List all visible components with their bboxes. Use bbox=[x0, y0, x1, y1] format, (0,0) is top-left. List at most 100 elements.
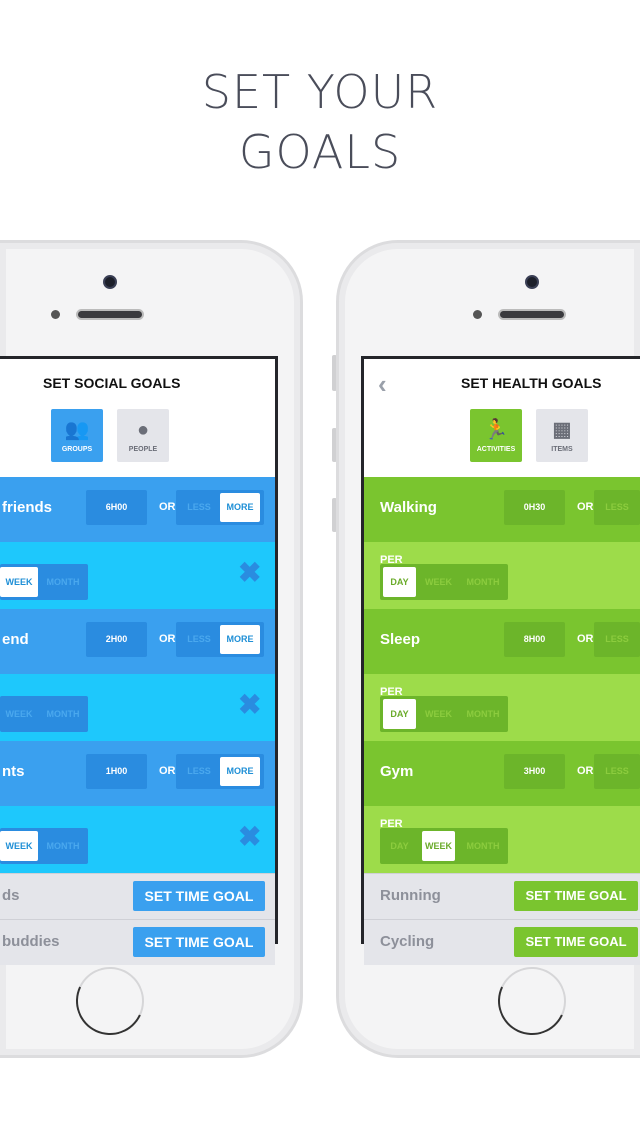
less-option[interactable]: LESS bbox=[179, 493, 219, 522]
goal-name: nts bbox=[2, 763, 25, 780]
goal-row[interactable]: Walking 0H30 OR LESS bbox=[364, 477, 640, 541]
goal-row[interactable]: Sleep 8H00 OR LESS bbox=[364, 609, 640, 673]
goal-name: Walking bbox=[380, 499, 437, 516]
period-row: WEEK MONTH ✖ bbox=[0, 805, 275, 873]
period-option-day[interactable]: DAY bbox=[383, 831, 416, 861]
period-option-month[interactable]: MONTH bbox=[40, 567, 86, 597]
speaker bbox=[498, 309, 566, 320]
camera bbox=[103, 275, 117, 289]
speaker bbox=[76, 309, 144, 320]
period-selector[interactable]: DAY WEEK MONTH bbox=[380, 828, 508, 864]
more-option[interactable]: MORE bbox=[220, 493, 260, 522]
headline: SET YOUR GOALS bbox=[0, 62, 640, 182]
set-time-goal-button[interactable]: SET TIME GOAL bbox=[514, 881, 638, 911]
goal-name: Gym bbox=[380, 763, 414, 780]
less-more-toggle[interactable]: LESS MORE bbox=[176, 490, 264, 525]
grid-icon: ▦ bbox=[552, 419, 572, 441]
groups-icon: 👥 bbox=[64, 419, 90, 441]
goal-name: buddies bbox=[2, 933, 60, 950]
less-option[interactable]: LESS bbox=[179, 625, 219, 654]
screen-title: SET SOCIAL GOALS bbox=[43, 375, 181, 391]
goal-name: Running bbox=[380, 887, 441, 904]
or-label: OR bbox=[577, 633, 594, 645]
period-row: WEEK MONTH ✖ bbox=[0, 541, 275, 609]
health-goals-screen: ‹ SET HEALTH GOALS 🏃 ACTIVITIES ▦ ITEMS … bbox=[361, 356, 640, 965]
period-option-week[interactable]: WEEK bbox=[0, 567, 38, 597]
sensor bbox=[473, 310, 482, 319]
less-more-toggle[interactable]: LESS MORE bbox=[176, 754, 264, 789]
goal-row[interactable]: nts 1H00 OR LESS MORE bbox=[0, 741, 275, 805]
goal-row[interactable]: end 2H00 OR LESS MORE bbox=[0, 609, 275, 673]
time-value-button[interactable]: 0H30 bbox=[504, 490, 565, 525]
home-button[interactable] bbox=[66, 957, 154, 1045]
tab-items[interactable]: ▦ ITEMS bbox=[536, 409, 588, 462]
time-value-button[interactable]: 6H00 bbox=[86, 490, 147, 525]
camera bbox=[525, 275, 539, 289]
less-option[interactable]: LESS bbox=[597, 493, 637, 522]
less-more-toggle[interactable]: LESS MORE bbox=[176, 622, 264, 657]
period-option-day[interactable]: DAY bbox=[383, 699, 416, 729]
period-option-month[interactable]: MONTH bbox=[461, 831, 505, 861]
tab-label: ACTIVITIES bbox=[476, 446, 516, 453]
less-more-toggle[interactable]: LESS bbox=[594, 490, 640, 525]
or-label: OR bbox=[159, 633, 176, 645]
running-icon: 🏃 bbox=[483, 419, 509, 441]
period-option-day[interactable]: DAY bbox=[383, 567, 416, 597]
period-option-week[interactable]: WEEK bbox=[422, 699, 455, 729]
goal-name: end bbox=[2, 631, 29, 648]
period-option-month[interactable]: MONTH bbox=[40, 831, 86, 861]
period-option-week[interactable]: WEEK bbox=[0, 699, 38, 729]
less-option[interactable]: LESS bbox=[597, 757, 637, 786]
close-icon[interactable]: ✖ bbox=[238, 690, 261, 720]
period-selector[interactable]: WEEK MONTH bbox=[0, 696, 88, 732]
time-value-button[interactable]: 2H00 bbox=[86, 622, 147, 657]
set-time-goal-button[interactable]: SET TIME GOAL bbox=[514, 927, 638, 957]
back-chevron-icon[interactable]: ‹ bbox=[378, 369, 387, 400]
goal-name: ds bbox=[2, 887, 20, 904]
period-row: PER DAY WEEK MONTH bbox=[364, 541, 640, 609]
period-option-week[interactable]: WEEK bbox=[422, 567, 455, 597]
time-value-button[interactable]: 8H00 bbox=[504, 622, 565, 657]
time-value-button[interactable]: 1H00 bbox=[86, 754, 147, 789]
period-selector[interactable]: WEEK MONTH bbox=[0, 564, 88, 600]
goal-row[interactable]: Gym 3H00 OR LESS bbox=[364, 741, 640, 805]
tab-label: PEOPLE bbox=[128, 446, 158, 453]
more-option[interactable]: MORE bbox=[220, 625, 260, 654]
more-option[interactable]: MORE bbox=[220, 757, 260, 786]
screen-title: SET HEALTH GOALS bbox=[461, 375, 602, 391]
set-time-goal-button[interactable]: SET TIME GOAL bbox=[133, 881, 265, 911]
goal-list-item: buddies SET TIME GOAL bbox=[0, 919, 275, 965]
less-option[interactable]: LESS bbox=[597, 625, 637, 654]
headline-line-1: SET YOUR bbox=[201, 65, 439, 119]
close-icon[interactable]: ✖ bbox=[238, 822, 261, 852]
period-option-month[interactable]: MONTH bbox=[40, 699, 86, 729]
less-more-toggle[interactable]: LESS bbox=[594, 622, 640, 657]
person-icon: ● bbox=[136, 419, 150, 441]
or-label: OR bbox=[159, 765, 176, 777]
period-option-week[interactable]: WEEK bbox=[0, 831, 38, 861]
headline-line-2: GOALS bbox=[238, 125, 402, 179]
less-more-toggle[interactable]: LESS bbox=[594, 754, 640, 789]
goal-list-item: Cycling SET TIME GOAL bbox=[364, 919, 640, 965]
tab-label: ITEMS bbox=[551, 446, 573, 453]
period-row: WEEK MONTH ✖ bbox=[0, 673, 275, 741]
tab-activities[interactable]: 🏃 ACTIVITIES bbox=[470, 409, 522, 462]
goal-name: Sleep bbox=[380, 631, 421, 648]
period-option-month[interactable]: MONTH bbox=[461, 567, 505, 597]
tab-people[interactable]: ● PEOPLE bbox=[117, 409, 169, 462]
time-value-button[interactable]: 3H00 bbox=[504, 754, 565, 789]
period-selector[interactable]: WEEK MONTH bbox=[0, 828, 88, 864]
tab-groups[interactable]: 👥 GROUPS bbox=[51, 409, 103, 462]
period-selector[interactable]: DAY WEEK MONTH bbox=[380, 564, 508, 600]
or-label: OR bbox=[577, 765, 594, 777]
set-time-goal-button[interactable]: SET TIME GOAL bbox=[133, 927, 265, 957]
period-selector[interactable]: DAY WEEK MONTH bbox=[380, 696, 508, 732]
goal-name: friends bbox=[2, 499, 53, 516]
less-option[interactable]: LESS bbox=[179, 757, 219, 786]
period-option-week[interactable]: WEEK bbox=[422, 831, 455, 861]
period-option-month[interactable]: MONTH bbox=[461, 699, 505, 729]
social-goals-screen: SET SOCIAL GOALS 👥 GROUPS ● PEOPLE frien… bbox=[0, 356, 278, 965]
home-button[interactable] bbox=[488, 957, 576, 1045]
goal-row[interactable]: friends 6H00 OR LESS MORE bbox=[0, 477, 275, 541]
close-icon[interactable]: ✖ bbox=[238, 558, 261, 588]
